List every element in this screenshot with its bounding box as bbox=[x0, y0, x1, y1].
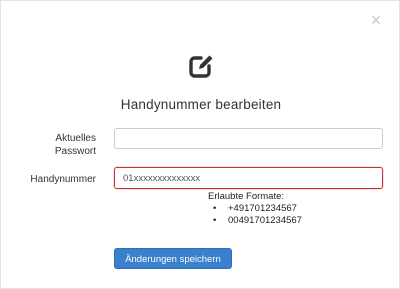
format-item: • +491701234567 bbox=[208, 203, 302, 215]
formats-title: Erlaubte Formate: bbox=[208, 191, 285, 202]
phone-label: Handynummer bbox=[30, 174, 96, 185]
modal-title: Handynummer bearbeiten bbox=[120, 97, 282, 112]
bullet-icon: • bbox=[213, 203, 217, 214]
phone-number-field[interactable] bbox=[114, 167, 383, 189]
allowed-formats-hint: Erlaubte Formate: • +491701234567 • 004917… bbox=[208, 191, 302, 227]
current-password-field[interactable] bbox=[114, 128, 383, 149]
edit-phone-modal: × Handynummer bearbeiten Aktuelles Passw… bbox=[0, 0, 400, 289]
edit-square-icon bbox=[189, 55, 213, 78]
formats-list: • +491701234567 • 00491701234567 bbox=[208, 203, 302, 227]
save-changes-button[interactable]: Änderungen speichern bbox=[114, 248, 232, 269]
format-item: • 00491701234567 bbox=[208, 215, 302, 227]
close-icon[interactable]: × bbox=[369, 11, 383, 29]
password-label: Aktuelles Passwort bbox=[54, 133, 96, 157]
format-value: +491701234567 bbox=[228, 203, 297, 214]
format-value: 00491701234567 bbox=[228, 215, 302, 226]
bullet-icon: • bbox=[213, 215, 217, 226]
